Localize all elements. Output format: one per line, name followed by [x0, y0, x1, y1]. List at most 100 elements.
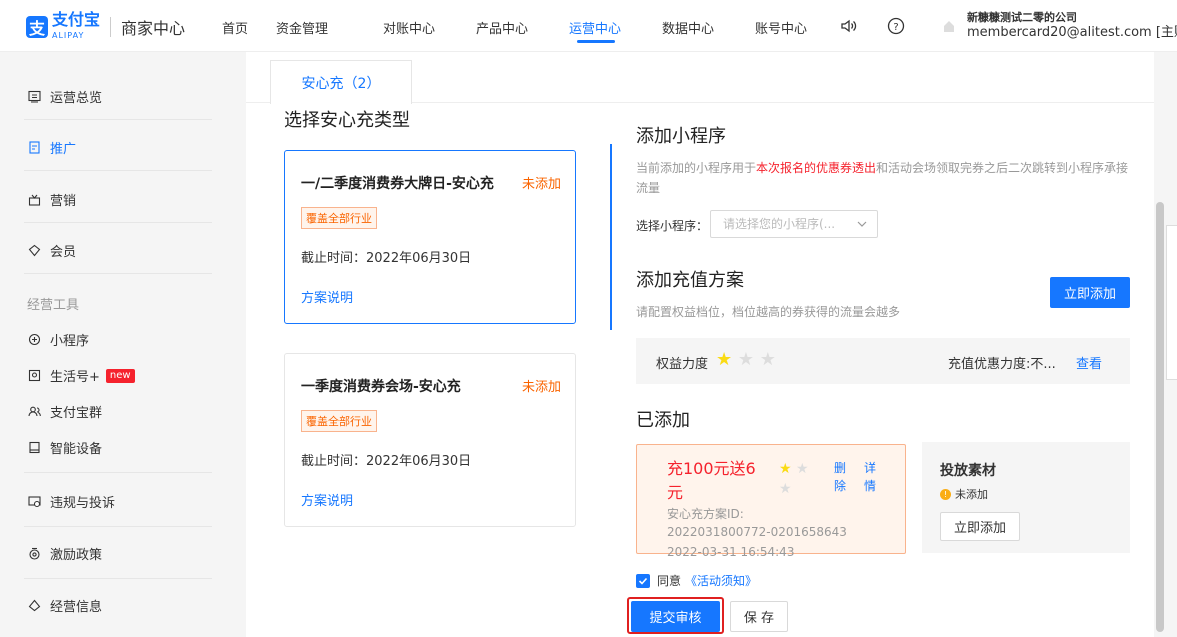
delete-link[interactable]: 删除: [834, 459, 848, 495]
checkmark-icon: [638, 577, 648, 585]
device-icon: [27, 441, 41, 455]
package-title: 充100元送6元: [667, 459, 756, 502]
floating-toolbar[interactable]: [1166, 225, 1177, 380]
nav-account[interactable]: 账号中心: [755, 18, 807, 37]
sidebar: 运营总览 推广 营销 会员 经营工具 小程序 生活号+ new 支付宝群 智能设…: [0, 52, 234, 637]
added-title: 已添加: [636, 410, 690, 431]
star-filled-icon: ★: [716, 349, 733, 370]
tab-anxinchong[interactable]: 安心充（2）: [270, 60, 412, 104]
nav-active-indicator: [577, 40, 615, 43]
add-miniapp-description: 当前添加的小程序用于本次报名的优惠券透出和活动会场领取完券之后二次跳转到小程序承…: [636, 161, 1129, 195]
plan-card-status: 未添加: [521, 177, 561, 192]
sidebar-divider: [24, 119, 212, 120]
sidebar-item-business-info[interactable]: 经营信息: [27, 596, 102, 615]
industry-tag: 覆盖全部行业: [301, 207, 377, 229]
logo-en-text: ALIPAY: [52, 31, 85, 40]
sidebar-item-incentive[interactable]: 激励政策: [27, 544, 102, 563]
alipay-logo-icon: 支: [26, 15, 48, 38]
account-email: membercard20@alitest.com [主账号: [967, 25, 1177, 40]
highlight-box: [627, 597, 724, 634]
sidebar-group-label: 经营工具: [27, 298, 80, 313]
plan-card[interactable]: 一季度消费券会场-安心充 未添加 覆盖全部行业 截止时间：2022年06月30日…: [284, 353, 576, 527]
star-rating: ★ ★ ★: [716, 349, 776, 370]
marketing-icon: [27, 193, 41, 207]
plan-card-deadline: 截止时间：2022年06月30日: [301, 251, 472, 266]
nav-data[interactable]: 数据中心: [662, 18, 714, 37]
sidebar-item-promotion[interactable]: 推广: [27, 138, 76, 157]
add-miniapp-title: 添加小程序: [636, 126, 726, 147]
nav-products[interactable]: 产品中心: [476, 18, 528, 37]
avatar[interactable]: [942, 18, 956, 32]
svg-text:?: ?: [893, 22, 898, 33]
package-stars: ★ ★ ★: [779, 459, 809, 499]
scrollbar-thumb[interactable]: [1156, 202, 1164, 632]
activity-notice-link[interactable]: 《活动须知》: [685, 572, 757, 589]
material-panel: 投放素材 ! 未添加 立即添加: [922, 442, 1130, 553]
account-name: 新糠糠测试二零的公司: [967, 11, 1077, 24]
added-package-card[interactable]: 充100元送6元 ★ ★ ★ 删除 详情 安心充方案ID: 20220318007…: [636, 444, 906, 559]
logo-cn-text: 支付宝: [52, 10, 101, 29]
plan-description-link[interactable]: 方案说明: [301, 287, 353, 306]
sidebar-divider: [24, 526, 212, 527]
package-id-value: 2022031800772-0201658643: [667, 525, 847, 539]
nav-reconciliation[interactable]: 对账中心: [383, 18, 435, 37]
life-account-icon: [27, 369, 41, 383]
plan-card-deadline: 截止时间：2022年06月30日: [301, 454, 472, 469]
package-id-label: 安心充方案ID:: [667, 507, 744, 521]
site-title: 商家中心: [121, 18, 186, 38]
add-material-button[interactable]: 立即添加: [940, 512, 1020, 541]
star-empty-icon: ★: [779, 481, 792, 497]
business-info-icon: [27, 599, 41, 613]
add-recharge-button[interactable]: 立即添加: [1050, 277, 1130, 308]
agree-checkbox[interactable]: [636, 573, 650, 588]
plan-card-status: 未添加: [521, 380, 561, 395]
nav-operations[interactable]: 运营中心: [569, 18, 621, 37]
new-badge: new: [105, 368, 135, 383]
material-title: 投放素材: [940, 463, 996, 479]
plan-card-title: 一/二季度消费券大牌日-安心充: [301, 176, 494, 192]
scrollbar[interactable]: [1154, 52, 1166, 637]
overview-icon: [27, 90, 41, 104]
section-accent-line: [610, 144, 612, 330]
star-filled-icon: ★: [779, 461, 792, 477]
nav-home[interactable]: 首页: [222, 18, 248, 37]
miniapp-select[interactable]: 请选择您的小程序(...: [710, 210, 878, 238]
top-nav-bar: 支 支付宝 ALIPAY 商家中心 首页 资金管理 对账中心 产品中心 运营中心…: [0, 0, 1177, 52]
warning-icon: !: [940, 488, 951, 500]
section-title: 选择安心充类型: [284, 110, 410, 131]
discount-label: 充值优惠力度:不...: [948, 357, 1056, 372]
main-content: 安心充（2） 选择安心充类型 一/二季度消费券大牌日-安心充 未添加 覆盖全部行…: [246, 52, 1166, 637]
sidebar-divider: [24, 170, 212, 171]
sidebar-item-complaints[interactable]: 违规与投诉: [27, 492, 115, 511]
sidebar-item-alipay-group[interactable]: 支付宝群: [27, 402, 102, 421]
sidebar-item-miniapp[interactable]: 小程序: [27, 330, 89, 349]
sidebar-item-smart-device[interactable]: 智能设备: [27, 438, 102, 457]
agree-row: 同意 《活动须知》: [636, 572, 757, 589]
package-time: 2022-03-31 16:54:43: [667, 545, 795, 559]
view-link[interactable]: 查看: [1076, 353, 1102, 372]
rights-label: 权益力度: [656, 357, 709, 372]
sidebar-item-marketing[interactable]: 营销: [27, 190, 76, 209]
member-icon: [27, 244, 41, 258]
group-icon: [27, 405, 41, 419]
save-button[interactable]: 保 存: [730, 601, 788, 632]
plan-description-link[interactable]: 方案说明: [301, 490, 353, 509]
help-icon[interactable]: ?: [886, 16, 906, 36]
plan-card-selected[interactable]: 一/二季度消费券大牌日-安心充 未添加 覆盖全部行业 截止时间：2022年06月…: [284, 150, 576, 324]
detail-link[interactable]: 详情: [864, 459, 878, 495]
complaint-icon: [27, 495, 41, 509]
promotion-icon: [27, 141, 41, 155]
account-info[interactable]: 新糠糠测试二零的公司 membercard20@alitest.com [主账号: [967, 10, 1177, 40]
incentive-icon: [27, 547, 41, 561]
industry-tag: 覆盖全部行业: [301, 410, 377, 432]
sidebar-divider: [24, 273, 212, 274]
star-empty-icon: ★: [737, 349, 755, 370]
miniapp-icon: [27, 333, 41, 347]
nav-funds[interactable]: 资金管理: [276, 18, 328, 37]
alipay-logo[interactable]: 支 支付宝 ALIPAY 商家中心: [26, 12, 185, 41]
speaker-icon[interactable]: [838, 16, 858, 36]
sidebar-item-member[interactable]: 会员: [27, 241, 76, 260]
sidebar-item-overview[interactable]: 运营总览: [27, 87, 102, 106]
sidebar-item-life-account[interactable]: 生活号+ new: [27, 366, 135, 385]
rights-level-row: 权益力度 ★ ★ ★ 充值优惠力度:不... 查看: [636, 338, 1130, 384]
